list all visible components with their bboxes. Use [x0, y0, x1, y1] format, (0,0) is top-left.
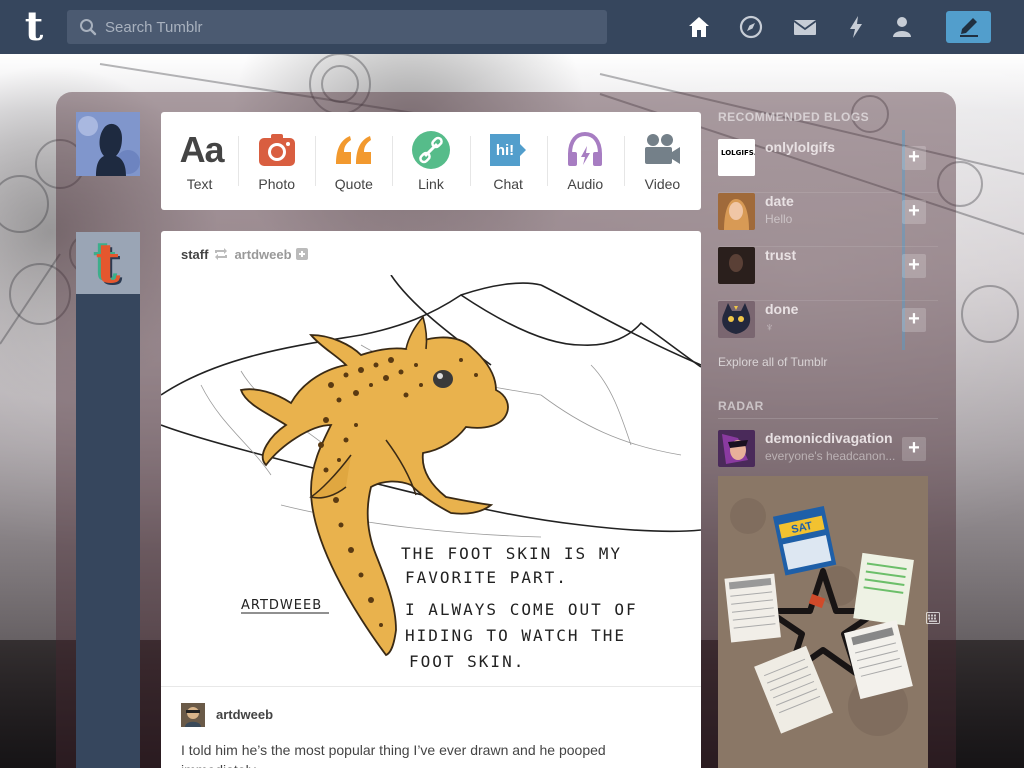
- left-rail: [76, 232, 140, 768]
- explore-icon[interactable]: [738, 14, 764, 40]
- post-source-link[interactable]: artdweeb: [234, 247, 291, 262]
- post-type-chat[interactable]: hi! Chat: [469, 112, 547, 210]
- activity-icon[interactable]: [843, 14, 869, 40]
- follow-button[interactable]: +: [902, 308, 926, 332]
- svg-text:hi!: hi!: [496, 142, 514, 159]
- recommended-blogs-title: RECOMMENDED BLOGS: [718, 110, 870, 124]
- reblog-icon: [215, 248, 228, 260]
- keyboard-shortcuts-icon[interactable]: [926, 612, 940, 624]
- post-header: staff artdweeb: [181, 245, 308, 263]
- illustration-caption-line: I ALWAYS COME OUT OF: [405, 600, 638, 619]
- post-type-label: Audio: [567, 176, 604, 192]
- blog-name[interactable]: demonicdivagation: [765, 430, 893, 446]
- post-type-label: Quote: [334, 176, 373, 192]
- post-type-label: Photo: [258, 176, 295, 192]
- post-card: staff artdweeb ARTDWEEB THE FOOT SKIN IS…: [161, 231, 701, 768]
- blog-avatar[interactable]: [718, 247, 755, 284]
- top-navigation: t: [0, 0, 1024, 54]
- post-type-text[interactable]: Aa Text: [161, 112, 238, 210]
- recommended-blog-item[interactable]: date Hello +: [718, 193, 938, 247]
- blog-avatar[interactable]: [718, 193, 755, 230]
- recommended-blog-item[interactable]: trust +: [718, 247, 938, 301]
- quote-icon: [335, 136, 371, 164]
- post-type-bar: Aa Text Photo Quote Link hi! Chat Audio …: [161, 112, 701, 210]
- recommended-blog-item[interactable]: done ♆ +: [718, 301, 938, 355]
- post-type-audio[interactable]: Audio: [546, 112, 624, 210]
- reblog-avatar[interactable]: [181, 703, 205, 727]
- post-type-label: Chat: [493, 176, 523, 192]
- illustration-caption-line: FAVORITE PART.: [405, 568, 568, 587]
- audio-icon: [568, 131, 603, 166]
- follow-button[interactable]: +: [902, 200, 926, 224]
- post-type-link[interactable]: Link: [392, 112, 469, 210]
- blog-name[interactable]: onlylolgifs: [765, 139, 835, 155]
- blog-name[interactable]: done: [765, 301, 798, 317]
- illustration-caption-line: FOOT SKIN.: [409, 652, 525, 671]
- link-icon: [411, 131, 450, 169]
- blog-subtitle: ♆: [765, 320, 774, 334]
- post-illustration[interactable]: ARTDWEEB THE FOOT SKIN IS MY FAVORITE PA…: [161, 275, 701, 685]
- blog-avatar-text: LOLGIFS.NET: [721, 149, 755, 157]
- illustration-caption-line: THE FOOT SKIN IS MY: [401, 544, 622, 563]
- divider: [718, 418, 938, 419]
- post-body-text: I told him he’s the most popular thing I…: [181, 742, 606, 768]
- search-icon: [80, 19, 97, 36]
- home-icon[interactable]: [686, 14, 712, 40]
- text-icon: Aa: [179, 129, 225, 170]
- blog-name[interactable]: trust: [765, 247, 796, 263]
- blog-avatar[interactable]: LOLGIFS.NET: [718, 139, 755, 176]
- follow-icon[interactable]: [295, 248, 308, 260]
- post-type-label: Text: [186, 176, 213, 192]
- blog-avatar[interactable]: [718, 430, 755, 467]
- post-divider: [161, 686, 701, 687]
- post-type-label: Link: [418, 176, 444, 192]
- illustration-signature: ARTDWEEB: [241, 598, 322, 613]
- photo-icon: [258, 134, 295, 166]
- follow-button[interactable]: +: [902, 146, 926, 170]
- reblog-author-link[interactable]: artdweeb: [216, 707, 273, 722]
- blog-subtitle: everyone's headcanon...: [765, 449, 896, 463]
- staff-avatar[interactable]: t: [76, 232, 140, 294]
- search-bar[interactable]: [67, 10, 607, 44]
- follow-button[interactable]: +: [902, 437, 926, 461]
- account-icon[interactable]: [889, 14, 915, 40]
- blog-name[interactable]: date: [765, 193, 794, 209]
- radar-title: RADAR: [718, 399, 764, 413]
- compose-icon: [960, 18, 978, 37]
- compose-button[interactable]: [946, 11, 991, 43]
- post-type-label: Video: [644, 176, 681, 192]
- explore-all-link[interactable]: Explore all of Tumblr: [718, 355, 827, 369]
- staff-avatar-letter: t: [95, 231, 121, 295]
- radar-post-photo[interactable]: SAT: [718, 476, 928, 768]
- messages-icon[interactable]: [792, 14, 818, 40]
- video-icon: [645, 134, 681, 164]
- tumblr-logo[interactable]: t: [16, 7, 52, 47]
- recommended-blog-item[interactable]: LOLGIFS.NET onlylolgifs +: [718, 139, 938, 193]
- post-type-video[interactable]: Video: [623, 112, 701, 210]
- illustration-caption-line: HIDING TO WATCH THE: [405, 626, 626, 645]
- blog-avatar[interactable]: [718, 301, 755, 338]
- user-avatar[interactable]: [76, 112, 140, 176]
- post-author-link[interactable]: staff: [181, 247, 208, 262]
- post-type-photo[interactable]: Photo: [238, 112, 315, 210]
- search-input[interactable]: [105, 10, 595, 44]
- follow-button[interactable]: +: [902, 254, 926, 278]
- blog-subtitle: Hello: [765, 212, 793, 226]
- chat-icon: hi!: [490, 134, 527, 166]
- post-type-quote[interactable]: Quote: [315, 112, 392, 210]
